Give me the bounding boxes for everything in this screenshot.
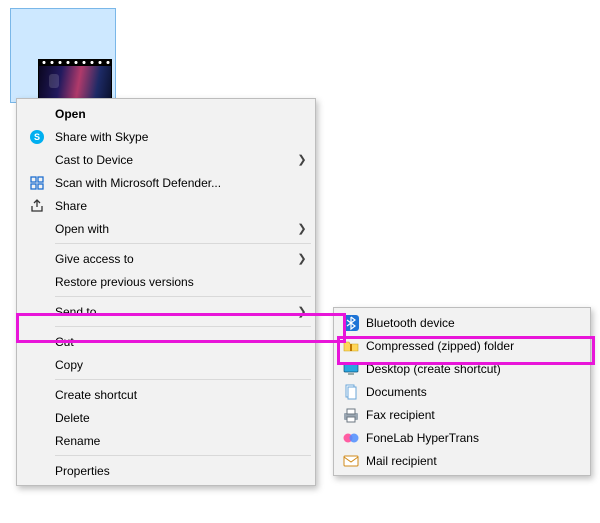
submenu-label: Desktop (create shortcut)	[366, 362, 588, 376]
menu-item-copy[interactable]: Copy	[19, 353, 313, 376]
menu-label: Cast to Device	[55, 153, 291, 167]
chevron-right-icon: ❯	[291, 153, 313, 166]
submenu-item-zip[interactable]: Compressed (zipped) folder	[336, 334, 588, 357]
menu-item-create-shortcut[interactable]: Create shortcut	[19, 383, 313, 406]
menu-item-send-to[interactable]: Send to ❯	[19, 300, 313, 323]
desktop-icon	[336, 361, 366, 377]
defender-icon	[19, 175, 55, 191]
menu-label: Rename	[55, 434, 313, 448]
separator	[55, 379, 311, 380]
submenu-item-bluetooth[interactable]: Bluetooth device	[336, 311, 588, 334]
bluetooth-icon	[336, 315, 366, 331]
menu-item-open[interactable]: Open	[19, 102, 313, 125]
menu-item-give-access[interactable]: Give access to ❯	[19, 247, 313, 270]
chevron-right-icon: ❯	[291, 222, 313, 235]
menu-item-share[interactable]: Share	[19, 194, 313, 217]
menu-label: Send to	[55, 305, 291, 319]
fonelab-icon	[336, 430, 366, 446]
submenu-label: Bluetooth device	[366, 316, 588, 330]
submenu-item-mail[interactable]: Mail recipient	[336, 449, 588, 472]
menu-label: Restore previous versions	[55, 275, 313, 289]
menu-label: Give access to	[55, 252, 291, 266]
skype-icon: S	[19, 129, 55, 145]
separator	[55, 243, 311, 244]
svg-text:S: S	[34, 132, 40, 142]
submenu-item-desktop[interactable]: Desktop (create shortcut)	[336, 357, 588, 380]
separator	[55, 296, 311, 297]
menu-item-delete[interactable]: Delete	[19, 406, 313, 429]
menu-item-rename[interactable]: Rename	[19, 429, 313, 452]
sendto-submenu: Bluetooth device Compressed (zipped) fol…	[333, 307, 591, 476]
menu-label: Copy	[55, 358, 313, 372]
chevron-right-icon: ❯	[291, 305, 313, 318]
menu-item-restore-versions[interactable]: Restore previous versions	[19, 270, 313, 293]
menu-label: Properties	[55, 464, 313, 478]
menu-item-cut[interactable]: Cut	[19, 330, 313, 353]
mail-icon	[336, 453, 366, 469]
submenu-label: FoneLab HyperTrans	[366, 431, 588, 445]
separator	[55, 326, 311, 327]
submenu-label: Compressed (zipped) folder	[366, 339, 588, 353]
menu-item-cast[interactable]: Cast to Device ❯	[19, 148, 313, 171]
menu-label: Open with	[55, 222, 291, 236]
menu-label: Delete	[55, 411, 313, 425]
context-menu: Open S Share with Skype Cast to Device ❯…	[16, 98, 316, 486]
menu-label: Share with Skype	[55, 130, 313, 144]
menu-item-defender[interactable]: Scan with Microsoft Defender...	[19, 171, 313, 194]
submenu-label: Fax recipient	[366, 408, 588, 422]
menu-label: Share	[55, 199, 313, 213]
share-icon	[19, 198, 55, 214]
submenu-item-fax[interactable]: Fax recipient	[336, 403, 588, 426]
menu-item-share-skype[interactable]: S Share with Skype	[19, 125, 313, 148]
menu-label: Create shortcut	[55, 388, 313, 402]
menu-item-properties[interactable]: Properties	[19, 459, 313, 482]
submenu-item-documents[interactable]: Documents	[336, 380, 588, 403]
selected-file[interactable]	[10, 8, 116, 103]
menu-label: Scan with Microsoft Defender...	[55, 176, 313, 190]
separator	[55, 455, 311, 456]
fax-icon	[336, 407, 366, 423]
submenu-label: Mail recipient	[366, 454, 588, 468]
chevron-right-icon: ❯	[291, 252, 313, 265]
submenu-label: Documents	[366, 385, 588, 399]
submenu-item-fonelab[interactable]: FoneLab HyperTrans	[336, 426, 588, 449]
documents-icon	[336, 384, 366, 400]
menu-item-open-with[interactable]: Open with ❯	[19, 217, 313, 240]
menu-label: Open	[55, 107, 313, 121]
menu-label: Cut	[55, 335, 313, 349]
zip-folder-icon	[336, 338, 366, 354]
